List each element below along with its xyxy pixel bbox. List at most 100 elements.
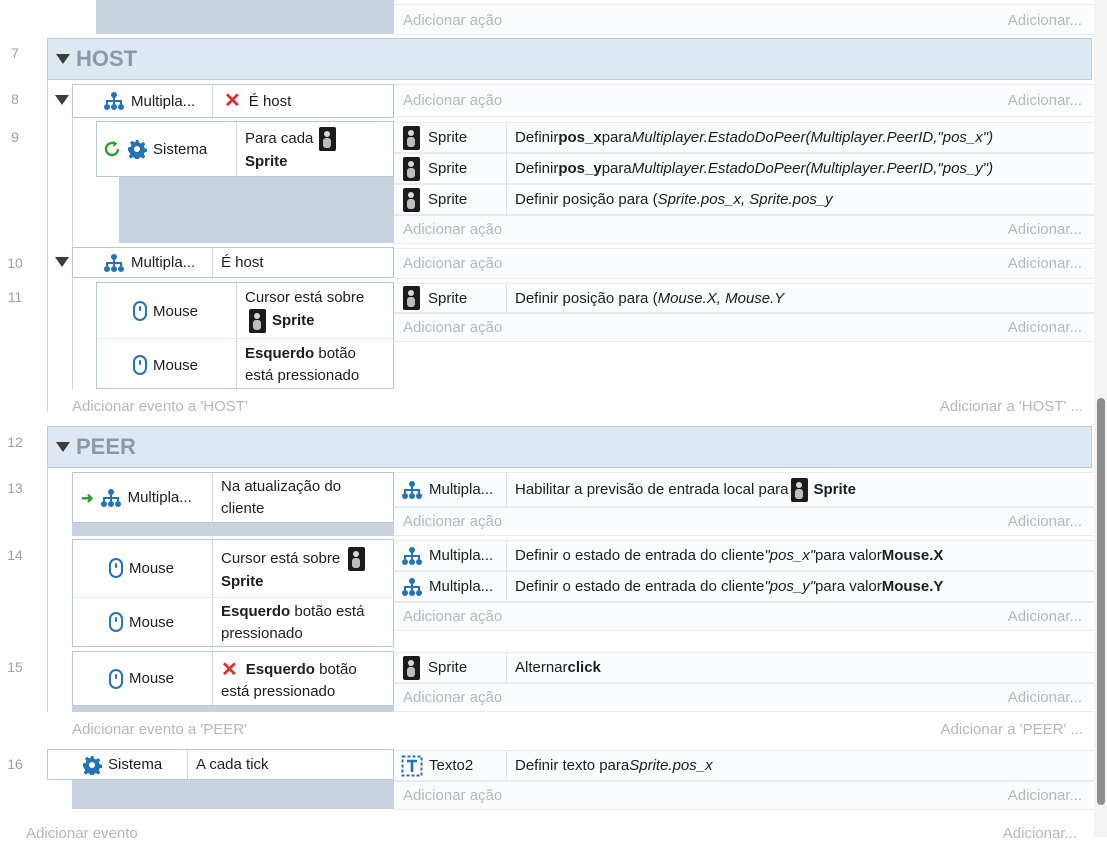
- condition-text: Cursor está sobre Sprite: [245, 287, 390, 333]
- group-title: HOST: [76, 46, 138, 71]
- action-row[interactable]: Sprite Alternar click: [394, 652, 1094, 683]
- action-row[interactable]: Sprite Definir posição para (Mouse.X, Mo…: [394, 283, 1094, 313]
- cell-separator: [506, 185, 507, 214]
- action-object: Texto2: [401, 751, 473, 780]
- add-more-link[interactable]: Adicionar...: [1008, 319, 1082, 336]
- group-title: PEER: [76, 434, 136, 459]
- row-number: 7: [11, 45, 19, 61]
- add-more-link[interactable]: Adicionar...: [1003, 825, 1077, 842]
- event-15-condition[interactable]: Mouse ✕ Esquerdo botão está pressionado: [72, 651, 394, 706]
- group-rail: [47, 468, 48, 712]
- action-object: Sprite: [403, 185, 467, 214]
- action-row[interactable]: Multipla... Habilitar a previsão de entr…: [394, 472, 1094, 507]
- condition-object-name: Mouse: [129, 613, 175, 631]
- condition-object: Mouse: [133, 293, 198, 329]
- event-9-add-action-row[interactable]: Adicionar ação Adicionar...: [394, 215, 1094, 244]
- add-more-link[interactable]: Adicionar...: [1008, 787, 1082, 804]
- add-more-link[interactable]: Adicionar...: [1008, 513, 1082, 530]
- condition-text: Esquerdo botão está pressionado: [221, 603, 365, 642]
- add-action-link[interactable]: Adicionar ação: [403, 12, 502, 29]
- add-more-link[interactable]: Adicionar...: [1008, 12, 1082, 29]
- cell-separator: [212, 473, 213, 522]
- cell-separator: [212, 248, 213, 277]
- network-icon: [401, 480, 423, 500]
- add-action-link[interactable]: Adicionar ação: [403, 689, 502, 706]
- event-8-condition[interactable]: Multipla... ✕ É host: [72, 84, 394, 118]
- add-more-link[interactable]: Adicionar...: [1008, 255, 1082, 272]
- action-row[interactable]: Multipla... Definir o estado de entrada …: [394, 540, 1094, 571]
- collapse-triangle-icon[interactable]: [55, 257, 69, 267]
- cell-separator: [236, 122, 237, 176]
- add-action-link[interactable]: Adicionar ação: [403, 92, 502, 109]
- event-6-add-action-row[interactable]: Adicionar ação Adicionar...: [394, 4, 1094, 35]
- sprite-icon: [319, 127, 337, 151]
- action-text: Definir pos_y para Multiplayer.EstadoDoP…: [515, 160, 994, 177]
- event-11-add-action-row[interactable]: Adicionar ação Adicionar...: [394, 313, 1094, 342]
- condition-object-name: Multipla...: [131, 254, 196, 271]
- mouse-icon: [109, 612, 123, 632]
- action-text: Definir pos_x para Multiplayer.EstadoDoP…: [515, 129, 994, 146]
- add-event-to-group-link[interactable]: Adicionar evento a 'PEER': [72, 721, 247, 738]
- scrollbar-thumb[interactable]: [1097, 398, 1105, 805]
- event-16-condition[interactable]: Sistema A cada tick: [47, 749, 394, 780]
- add-action-link[interactable]: Adicionar ação: [403, 787, 502, 804]
- event-16-add-action-row[interactable]: Adicionar ação Adicionar...: [394, 781, 1094, 810]
- collapse-triangle-icon[interactable]: [56, 54, 70, 64]
- add-action-link[interactable]: Adicionar ação: [403, 255, 502, 272]
- event-10-condition[interactable]: Multipla... É host: [72, 247, 394, 278]
- cell-separator: [506, 154, 507, 183]
- add-more-link[interactable]: Adicionar...: [1008, 608, 1082, 625]
- condition-object-name: Mouse: [129, 559, 175, 577]
- action-row[interactable]: Texto2 Definir texto para Sprite.pos_x: [394, 750, 1094, 781]
- mouse-icon: [109, 668, 123, 689]
- condition-object: Mouse: [133, 347, 198, 383]
- add-action-link[interactable]: Adicionar ação: [403, 319, 502, 336]
- network-icon: [100, 488, 122, 508]
- action-object: Sprite: [403, 653, 467, 682]
- group-host[interactable]: HOST: [47, 38, 1092, 80]
- mouse-icon: [133, 355, 147, 375]
- row-number: 16: [7, 756, 23, 772]
- add-more-link[interactable]: Adicionar...: [1008, 92, 1082, 109]
- add-more-link[interactable]: Adicionar...: [1008, 221, 1082, 238]
- add-event-to-group-link[interactable]: Adicionar evento a 'HOST': [72, 398, 248, 415]
- action-row[interactable]: Multipla... Definir o estado de entrada …: [394, 571, 1094, 602]
- event-15-add-action-row[interactable]: Adicionar ação Adicionar...: [394, 683, 1094, 712]
- add-to-group-link[interactable]: Adicionar a 'HOST' ...: [940, 398, 1083, 415]
- condition-object-name: Sistema: [153, 140, 208, 158]
- add-action-link[interactable]: Adicionar ação: [403, 221, 502, 238]
- action-row[interactable]: Sprite Definir pos_x para Multiplayer.Es…: [394, 122, 1094, 153]
- gear-icon: [127, 139, 147, 159]
- condition-label: Para cada: [245, 130, 314, 147]
- event-13-add-action-row[interactable]: Adicionar ação Adicionar...: [394, 507, 1094, 536]
- action-row[interactable]: Sprite Definir pos_y para Multiplayer.Es…: [394, 153, 1094, 184]
- event-13-condition[interactable]: ➜ Multipla... Na atualização do cliente: [72, 472, 394, 523]
- row-number: 11: [7, 289, 23, 305]
- event-10-add-action-row[interactable]: Adicionar ação Adicionar...: [394, 248, 1094, 279]
- action-object: Sprite: [403, 123, 467, 152]
- event-14-add-action-row[interactable]: Adicionar ação Adicionar...: [394, 602, 1094, 631]
- add-event-link[interactable]: Adicionar evento: [26, 825, 138, 842]
- row-number: 10: [7, 255, 23, 271]
- condition-divider: [97, 338, 393, 339]
- group-rail: [47, 80, 48, 412]
- add-to-group-link[interactable]: Adicionar a 'PEER' ...: [941, 721, 1083, 738]
- row-number: 13: [7, 480, 23, 496]
- event-9-condition[interactable]: Sistema Para cada Sprite: [96, 121, 394, 177]
- group-peer[interactable]: PEER: [47, 426, 1092, 468]
- condition-object: Mouse: [109, 550, 174, 586]
- event-9-condition-pad: [119, 176, 394, 243]
- add-more-link[interactable]: Adicionar...: [1008, 689, 1082, 706]
- event-8-add-action-row[interactable]: Adicionar ação Adicionar...: [394, 84, 1094, 117]
- collapse-triangle-icon[interactable]: [56, 442, 70, 452]
- add-action-link[interactable]: Adicionar ação: [403, 608, 502, 625]
- action-row[interactable]: Sprite Definir posição para (Sprite.pos_…: [394, 184, 1094, 215]
- cell-separator: [506, 653, 507, 682]
- condition-object-name: Mouse: [129, 670, 175, 687]
- collapse-triangle-icon[interactable]: [55, 95, 69, 105]
- event-11-condition[interactable]: Mouse Cursor está sobre Sprite Mouse Esq…: [96, 282, 394, 389]
- sprite-icon: [403, 655, 420, 680]
- event-14-condition[interactable]: Mouse Cursor está sobre Sprite Mouse Esq…: [72, 539, 394, 647]
- condition-text: A cada tick: [196, 750, 269, 779]
- add-action-link[interactable]: Adicionar ação: [403, 513, 502, 530]
